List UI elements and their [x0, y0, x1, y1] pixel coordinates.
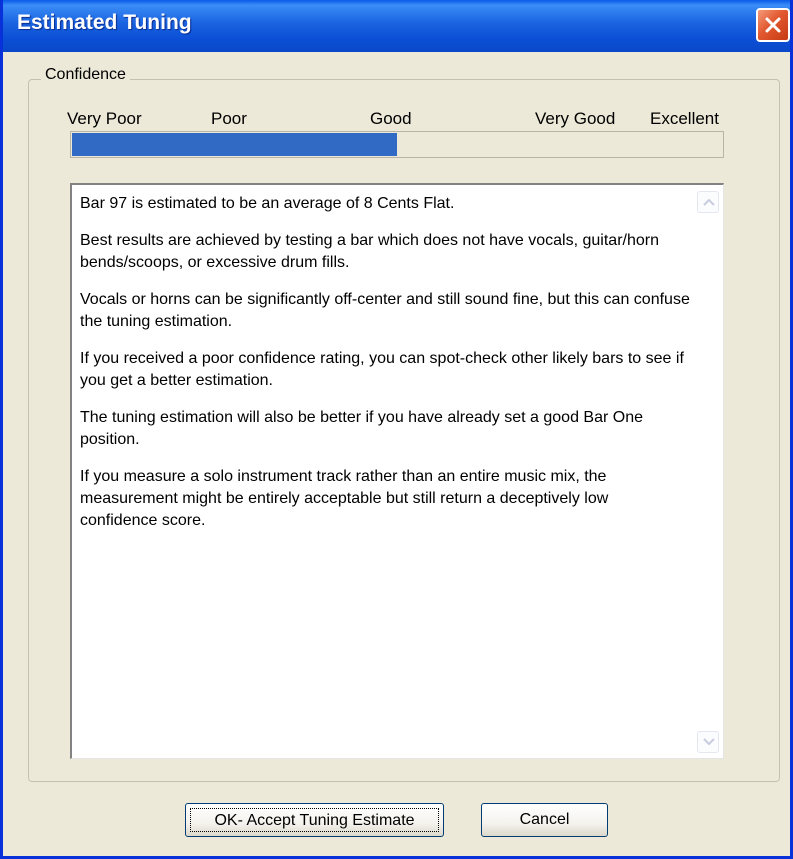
- confidence-label-very-good: Very Good: [535, 109, 616, 128]
- confidence-label-good: Good: [370, 109, 412, 128]
- vertical-scrollbar[interactable]: [697, 191, 719, 753]
- message-paragraph-3: Vocals or horns can be significantly off…: [80, 291, 690, 330]
- confidence-meter-fill: [72, 133, 397, 156]
- tuning-message-text: Bar 97 is estimated to be an average of …: [80, 193, 690, 547]
- message-paragraph-2: Best results are achieved by testing a b…: [80, 232, 659, 271]
- confidence-label-very-poor: Very Poor: [67, 109, 142, 128]
- confidence-meter: [70, 131, 724, 158]
- ok-accept-button[interactable]: OK- Accept Tuning Estimate: [185, 803, 444, 837]
- message-paragraph-1: Bar 97 is estimated to be an average of …: [80, 195, 455, 212]
- close-button[interactable]: [756, 8, 790, 42]
- estimated-tuning-dialog: Estimated Tuning Confidence Very Poor Po…: [0, 0, 793, 859]
- message-paragraph-6: If you measure a solo instrument track r…: [80, 468, 609, 529]
- message-paragraph-4: If you received a poor confidence rating…: [80, 350, 684, 389]
- ok-accept-button-label: OK- Accept Tuning Estimate: [190, 808, 439, 832]
- scroll-up-button[interactable]: [697, 191, 719, 213]
- cancel-button[interactable]: Cancel: [481, 803, 608, 837]
- title-bar[interactable]: Estimated Tuning: [3, 0, 790, 52]
- tuning-message-textarea[interactable]: Bar 97 is estimated to be an average of …: [70, 183, 724, 759]
- message-paragraph-5: The tuning estimation will also be bette…: [80, 409, 643, 448]
- confidence-label-poor: Poor: [211, 109, 247, 128]
- confidence-legend: Confidence: [41, 66, 130, 84]
- window-title: Estimated Tuning: [17, 11, 192, 34]
- scroll-down-button[interactable]: [697, 731, 719, 753]
- confidence-label-excellent: Excellent: [650, 109, 719, 128]
